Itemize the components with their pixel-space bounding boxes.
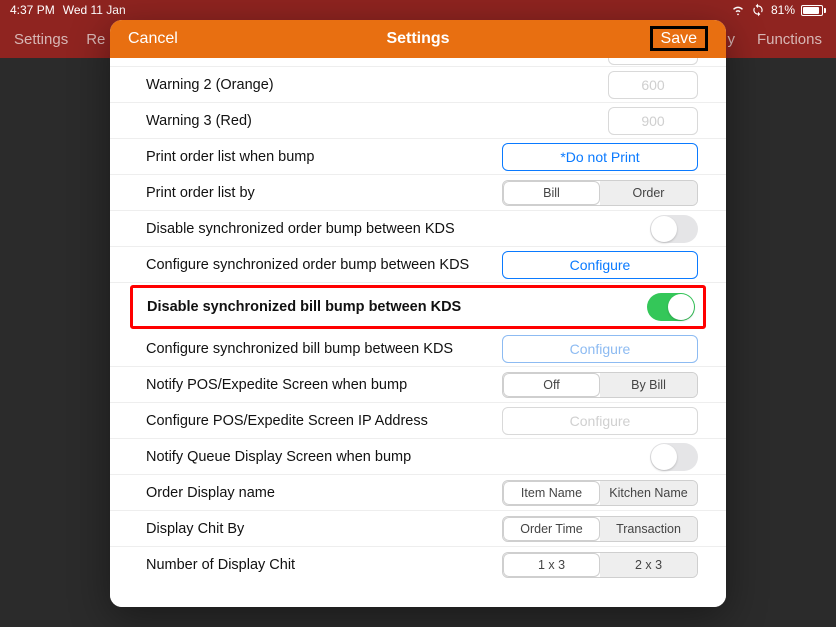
label-warning-2: Warning 2 (Orange): [146, 77, 492, 93]
label-disable-order-sync: Disable synchronized order bump between …: [146, 221, 492, 237]
row-configure-pos-ip: Configure POS/Expedite Screen IP Address…: [110, 403, 726, 439]
sync-icon: [751, 3, 765, 17]
row-print-by: Print order list by Bill Order: [110, 175, 726, 211]
bgnav-partial-y[interactable]: y: [727, 31, 735, 48]
toggle-notify-queue[interactable]: [650, 443, 698, 471]
row-display-chit-by: Display Chit By Order Time Transaction: [110, 511, 726, 547]
segment-chit-by-ordertime[interactable]: Order Time: [503, 517, 600, 541]
label-configure-bill-sync: Configure synchronized bill bump between…: [146, 341, 492, 357]
segment-order-name[interactable]: Item Name Kitchen Name: [502, 480, 698, 506]
bgnav-settings[interactable]: Settings: [14, 31, 68, 48]
row-warning-1-cut: [110, 58, 726, 67]
label-warning-3: Warning 3 (Red): [146, 113, 492, 129]
cancel-button[interactable]: Cancel: [128, 30, 178, 48]
segment-notify-pos[interactable]: Off By Bill: [502, 372, 698, 398]
segment-print-by-order[interactable]: Order: [600, 181, 697, 205]
row-num-display-chit: Number of Display Chit 1 x 3 2 x 3: [110, 547, 726, 583]
button-print-bump[interactable]: *Do not Print: [502, 143, 698, 171]
row-print-bump: Print order list when bump *Do not Print: [110, 139, 726, 175]
segment-print-by-bill[interactable]: Bill: [503, 181, 600, 205]
button-configure-order-sync[interactable]: Configure: [502, 251, 698, 279]
input-warning-2[interactable]: 600: [608, 71, 698, 99]
button-configure-bill-sync[interactable]: Configure: [502, 335, 698, 363]
segment-order-name-kitchen[interactable]: Kitchen Name: [600, 481, 697, 505]
settings-modal: Cancel Settings Save Warning 2 (Orange) …: [110, 20, 726, 607]
label-disable-bill-sync: Disable synchronized bill bump between K…: [147, 299, 489, 315]
segment-print-by[interactable]: Bill Order: [502, 180, 698, 206]
label-notify-queue: Notify Queue Display Screen when bump: [146, 449, 492, 465]
settings-list[interactable]: Warning 2 (Orange) 600 Warning 3 (Red) 9…: [110, 58, 726, 607]
bgnav-reports-partial[interactable]: Re: [86, 31, 105, 48]
status-bar: 4:37 PM Wed 11 Jan 81%: [0, 0, 836, 20]
status-time: 4:37 PM: [10, 3, 55, 17]
bgnav-functions[interactable]: Functions: [757, 31, 822, 48]
button-configure-pos-ip: Configure: [502, 407, 698, 435]
label-print-by: Print order list by: [146, 185, 492, 201]
row-configure-order-sync: Configure synchronized order bump betwee…: [110, 247, 726, 283]
row-order-display-name: Order Display name Item Name Kitchen Nam…: [110, 475, 726, 511]
segment-num-chit-2x3[interactable]: 2 x 3: [600, 553, 697, 577]
row-warning-3: Warning 3 (Red) 900: [110, 103, 726, 139]
segment-notify-pos-bybill[interactable]: By Bill: [600, 373, 697, 397]
toggle-disable-order-sync[interactable]: [650, 215, 698, 243]
row-notify-queue: Notify Queue Display Screen when bump: [110, 439, 726, 475]
row-notify-pos: Notify POS/Expedite Screen when bump Off…: [110, 367, 726, 403]
row-configure-bill-sync: Configure synchronized bill bump between…: [110, 331, 726, 367]
battery-percent: 81%: [771, 3, 795, 17]
segment-num-chit-1x3[interactable]: 1 x 3: [503, 553, 600, 577]
battery-icon: [801, 5, 826, 16]
wifi-icon: [731, 3, 745, 17]
segment-chit-by-transaction[interactable]: Transaction: [600, 517, 697, 541]
segment-chit-by[interactable]: Order Time Transaction: [502, 516, 698, 542]
modal-title: Settings: [110, 30, 726, 48]
label-order-display-name: Order Display name: [146, 485, 492, 501]
toggle-disable-bill-sync[interactable]: [647, 293, 695, 321]
row-warning-2: Warning 2 (Orange) 600: [110, 67, 726, 103]
row-disable-bill-sync: Disable synchronized bill bump between K…: [130, 285, 706, 329]
label-configure-pos-ip: Configure POS/Expedite Screen IP Address: [146, 413, 492, 429]
segment-order-name-item[interactable]: Item Name: [503, 481, 600, 505]
label-print-bump: Print order list when bump: [146, 149, 492, 165]
row-disable-order-sync: Disable synchronized order bump between …: [110, 211, 726, 247]
segment-num-chit[interactable]: 1 x 3 2 x 3: [502, 552, 698, 578]
label-display-chit-by: Display Chit By: [146, 521, 492, 537]
label-notify-pos: Notify POS/Expedite Screen when bump: [146, 377, 492, 393]
status-date: Wed 11 Jan: [63, 3, 126, 17]
label-configure-order-sync: Configure synchronized order bump betwee…: [146, 257, 492, 273]
modal-header: Cancel Settings Save: [110, 20, 726, 58]
segment-notify-pos-off[interactable]: Off: [503, 373, 600, 397]
save-button[interactable]: Save: [650, 26, 708, 51]
input-warning-3[interactable]: 900: [608, 107, 698, 135]
label-num-display-chit: Number of Display Chit: [146, 557, 492, 573]
